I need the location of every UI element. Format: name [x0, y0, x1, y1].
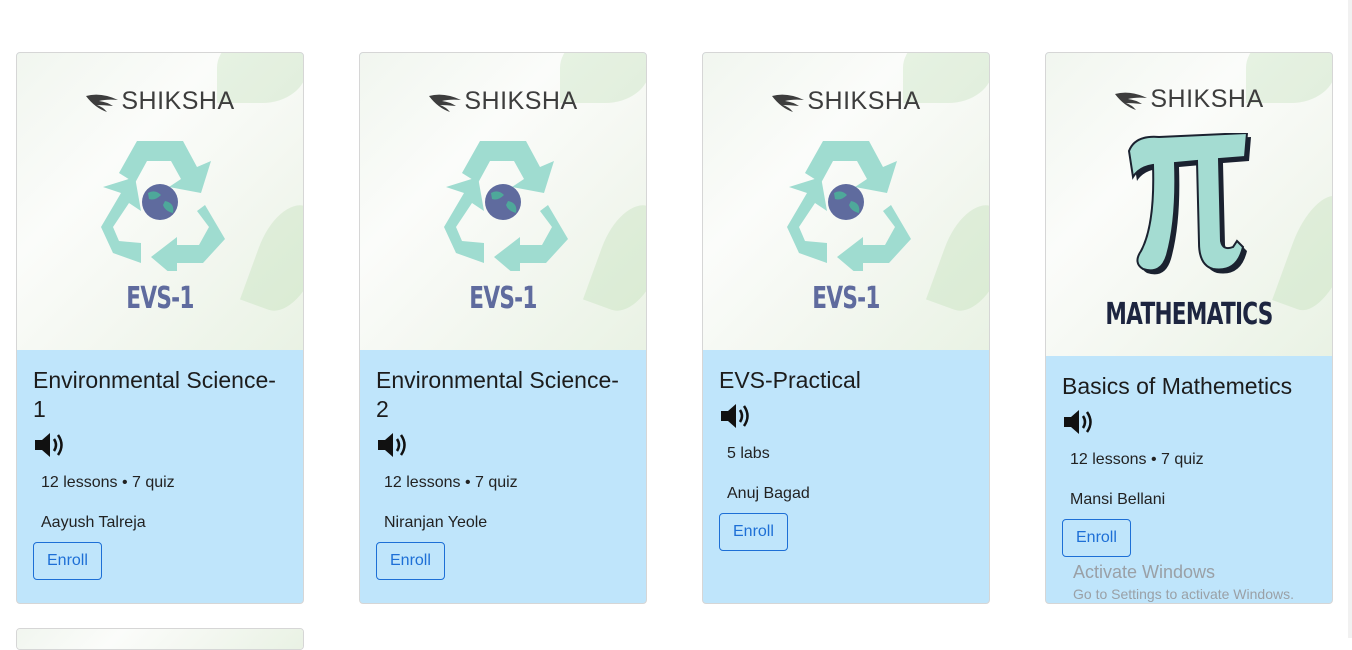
- course-card[interactable]: SHIKSHA MATHEMATICS Basics of Mathemetic…: [1045, 52, 1333, 604]
- speaker-icon[interactable]: [376, 430, 410, 460]
- course-author: Aayush Talreja: [41, 514, 146, 531]
- course-author: Anuj Bagad: [727, 485, 810, 502]
- course-meta: 5 labs: [727, 445, 770, 462]
- scrollbar[interactable]: [1348, 0, 1352, 638]
- enroll-button[interactable]: Enroll: [376, 542, 445, 580]
- course-title: EVS-Practical: [719, 367, 861, 393]
- course-title: Basics of Mathemetics: [1062, 373, 1293, 399]
- course-thumbnail[interactable]: SHIKSHA EVS-1: [360, 53, 646, 350]
- recycle-globe-icon: [703, 131, 989, 271]
- course-meta: 12 lessons • 7 quiz: [1070, 451, 1204, 468]
- speaker-icon[interactable]: [1062, 407, 1096, 437]
- enroll-button[interactable]: Enroll: [33, 542, 102, 580]
- course-card[interactable]: SHIKSHA EVS-1 Environmental Science-1 12…: [16, 52, 304, 604]
- enroll-button[interactable]: Enroll: [1062, 519, 1131, 557]
- wing-icon: [429, 94, 462, 112]
- course-author: Mansi Bellani: [1070, 491, 1166, 508]
- course-author: Niranjan Yeole: [384, 514, 488, 531]
- shiksha-logo: SHIKSHA: [1046, 85, 1332, 114]
- pi-symbol-icon: [1046, 133, 1332, 283]
- speaker-icon[interactable]: [33, 430, 67, 460]
- recycle-globe-icon: [17, 131, 303, 271]
- course-body: Basics of Mathemetics 12 lessons • 7 qui…: [1046, 356, 1332, 573]
- course-body: Environmental Science-2 12 lessons • 7 q…: [360, 350, 646, 596]
- course-card-partial[interactable]: [16, 628, 304, 650]
- shiksha-logo: SHIKSHA: [360, 87, 646, 116]
- course-thumbnail[interactable]: [17, 629, 303, 649]
- course-thumbnail[interactable]: SHIKSHA EVS-1: [703, 53, 989, 350]
- course-title: Environmental Science-1: [33, 367, 276, 422]
- course-body: EVS-Practical 5 labs Anuj Bagad Enroll: [703, 350, 989, 567]
- course-body: Environmental Science-1 12 lessons • 7 q…: [17, 350, 303, 596]
- shiksha-logo: SHIKSHA: [17, 87, 303, 116]
- speaker-icon[interactable]: [719, 401, 753, 431]
- course-card[interactable]: SHIKSHA EVS-1 EVS-Practical 5 labs Anuj …: [702, 52, 990, 604]
- wing-icon: [772, 94, 805, 112]
- course-title: Environmental Science-2: [376, 367, 619, 422]
- enroll-button[interactable]: Enroll: [719, 513, 788, 551]
- course-meta: 12 lessons • 7 quiz: [41, 474, 175, 491]
- course-thumbnail[interactable]: SHIKSHA MATHEMATICS: [1046, 53, 1332, 356]
- shiksha-logo: SHIKSHA: [703, 87, 989, 116]
- course-thumbnail[interactable]: SHIKSHA EVS-1: [17, 53, 303, 350]
- course-meta: 12 lessons • 7 quiz: [384, 474, 518, 491]
- wing-icon: [1115, 92, 1148, 110]
- course-card[interactable]: SHIKSHA EVS-1 Environmental Science-2 12…: [359, 52, 647, 604]
- wing-icon: [86, 94, 119, 112]
- recycle-globe-icon: [360, 131, 646, 271]
